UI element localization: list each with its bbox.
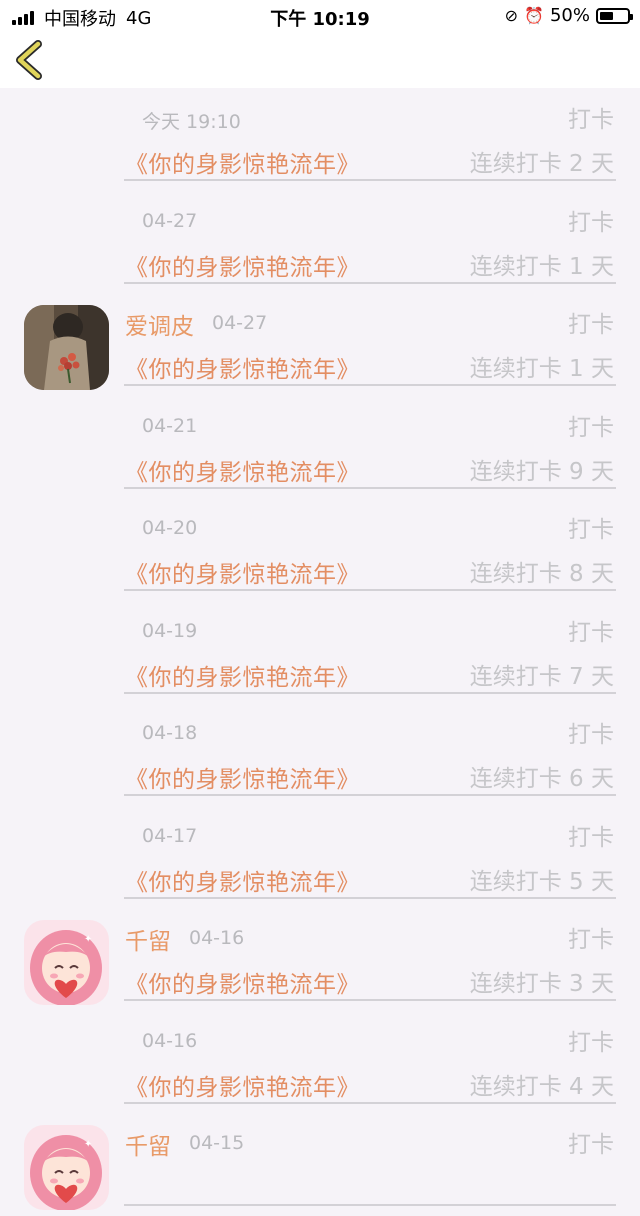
- checkin-action-label: 打卡: [568, 824, 614, 851]
- checkin-row[interactable]: ✦ 千留 04-16 打卡《你的身影惊艳流年》 连续打卡 3 天: [0, 908, 640, 1011]
- checkin-action-label: 打卡: [568, 1132, 614, 1158]
- book-title-link[interactable]: 《你的身影惊艳流年》: [125, 248, 360, 282]
- row-divider: [124, 1101, 616, 1104]
- user-name[interactable]: 千留: [125, 922, 171, 956]
- checkin-row[interactable]: ✦ 千留 04-15 打卡: [0, 1113, 640, 1216]
- checkin-row[interactable]: 04-19 打卡《你的身影惊艳流年》 连续打卡 7 天: [0, 601, 640, 704]
- checkin-action-label: 打卡: [568, 517, 614, 543]
- checkin-date: 04-18: [142, 722, 198, 744]
- status-right: ⊘ ⏰ 50%: [504, 5, 633, 26]
- checkin-row[interactable]: 04-21 打卡《你的身影惊艳流年》 连续打卡 9 天: [0, 396, 640, 499]
- checkin-date: 04-19: [142, 619, 198, 642]
- book-title-link[interactable]: 《你的身影惊艳流年》: [125, 453, 360, 487]
- checkin-action-label: 打卡: [568, 312, 614, 338]
- row-divider: [124, 589, 616, 591]
- nav-bar: [0, 32, 640, 88]
- checkin-action-label: 打卡: [568, 414, 614, 441]
- status-bar: 中国移动 4G 下午 10:19 ⊘ ⏰ 50%: [0, 0, 640, 32]
- streak-count: 连续打卡 8 天: [469, 561, 614, 587]
- battery-percent: 50%: [549, 5, 590, 26]
- streak-count: 连续打卡 3 天: [469, 971, 614, 997]
- checkin-row[interactable]: 04-20 打卡《你的身影惊艳流年》 连续打卡 8 天: [0, 498, 640, 601]
- streak-count: 连续打卡 1 天: [469, 253, 614, 280]
- rotation-lock-icon: ⊘: [504, 6, 519, 25]
- checkin-date: 04-27: [142, 209, 198, 232]
- streak-count: 连续打卡 4 天: [469, 1073, 614, 1100]
- checkin-action-label: 打卡: [568, 722, 614, 748]
- book-title-link[interactable]: 《你的身影惊艳流年》: [125, 863, 360, 897]
- row-divider: [124, 999, 616, 1001]
- user-name[interactable]: 千留: [125, 1127, 171, 1161]
- checkin-list: 今天 19:10 打卡 《你的身影惊艳流年》 连续打卡 2 天 04-27 打卡 《你的身影…: [0, 88, 640, 1216]
- user-avatar[interactable]: ✦: [24, 920, 109, 1005]
- user-name[interactable]: 爱调皮: [125, 307, 194, 341]
- book-title-link[interactable]: 《你的身影惊艳流年》: [125, 658, 360, 692]
- book-title-link[interactable]: 《你的身影惊艳流年》: [125, 965, 360, 999]
- anime-avatar-image: ✦: [24, 920, 109, 1005]
- row-divider: [124, 281, 616, 284]
- row-divider: [124, 896, 616, 899]
- checkin-date: 04-21: [142, 414, 198, 437]
- checkin-row[interactable]: 04-17 打卡《你的身影惊艳流年》 连续打卡 5 天: [0, 806, 640, 909]
- checkin-date: 04-16: [142, 1029, 198, 1052]
- checkin-action-label: 打卡: [568, 209, 614, 236]
- streak-count: 连续打卡 6 天: [469, 766, 614, 792]
- user-avatar[interactable]: [24, 305, 109, 390]
- svg-text:✦: ✦: [84, 1139, 92, 1150]
- row-divider: [124, 1204, 616, 1206]
- checkin-date: 今天 19:10: [142, 111, 241, 133]
- book-title-link[interactable]: 《你的身影惊艳流年》: [125, 555, 360, 589]
- row-divider: [124, 384, 616, 386]
- alarm-icon: ⏰: [524, 6, 544, 25]
- streak-count: 连续打卡 7 天: [469, 663, 614, 690]
- checkin-action-label: 打卡: [568, 619, 614, 646]
- photo-avatar-image: [24, 305, 109, 390]
- checkin-action-label: 打卡: [568, 1029, 614, 1056]
- checkin-row[interactable]: 爱调皮 04-27 打卡《你的身影惊艳流年》 连续打卡 1 天: [0, 293, 640, 396]
- book-title-link[interactable]: 《你的身影惊艳流年》: [125, 350, 360, 384]
- streak-count: 连续打卡 9 天: [469, 458, 614, 485]
- checkin-date: 04-27: [212, 312, 268, 334]
- checkin-date: 04-16: [189, 927, 245, 949]
- chevron-left-icon[interactable]: [12, 38, 46, 82]
- checkin-action-label: 打卡: [568, 927, 614, 953]
- book-title-link[interactable]: 《你的身影惊艳流年》: [125, 1068, 360, 1102]
- streak-count: 连续打卡 1 天: [469, 356, 614, 382]
- streak-count: 连续打卡 5 天: [469, 868, 614, 895]
- checkin-row[interactable]: 今天 19:10 打卡《你的身影惊艳流年》 连续打卡 2 天: [0, 88, 640, 191]
- checkin-row[interactable]: 04-27 打卡《你的身影惊艳流年》 连续打卡 1 天: [0, 191, 640, 294]
- book-title-link[interactable]: 《你的身影惊艳流年》: [125, 145, 360, 179]
- svg-text:✦: ✦: [84, 934, 92, 945]
- row-divider: [124, 486, 616, 489]
- row-divider: [124, 179, 616, 181]
- checkin-date: 04-20: [142, 517, 198, 539]
- streak-count: 连续打卡 2 天: [469, 151, 614, 177]
- checkin-date: 04-15: [189, 1132, 245, 1154]
- row-divider: [124, 691, 616, 694]
- book-title-link[interactable]: 《你的身影惊艳流年》: [125, 760, 360, 794]
- battery-icon: [596, 7, 633, 24]
- checkin-row[interactable]: 04-16 打卡《你的身影惊艳流年》 连续打卡 4 天: [0, 1011, 640, 1114]
- checkin-action-label: 打卡: [568, 107, 614, 133]
- checkin-row[interactable]: 04-18 打卡《你的身影惊艳流年》 连续打卡 6 天: [0, 703, 640, 806]
- checkin-date: 04-17: [142, 824, 198, 847]
- row-divider: [124, 794, 616, 796]
